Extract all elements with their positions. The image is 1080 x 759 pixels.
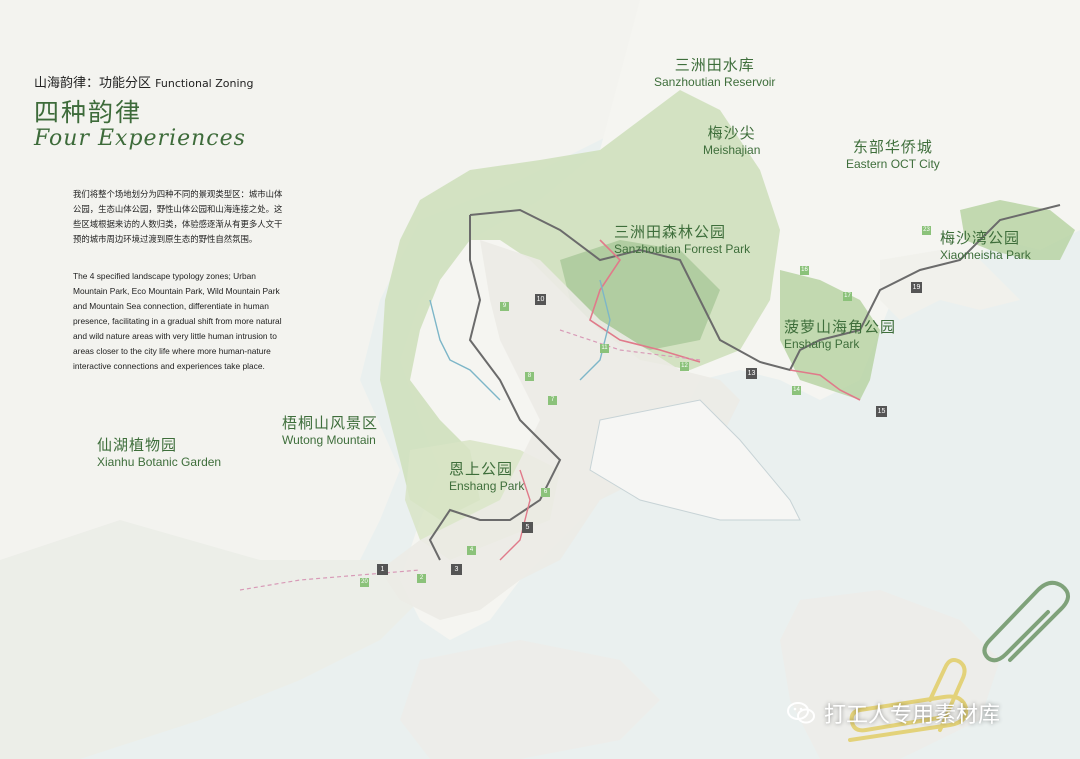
node-marker-green: 12: [680, 362, 689, 371]
kicker-en: Functional Zoning: [155, 77, 254, 90]
label-en: Enshang Park: [784, 337, 860, 351]
label-en: Sanzhoutian Forrest Park: [614, 242, 751, 256]
node-marker-green: 8: [525, 372, 534, 381]
label-en: Enshang Park: [449, 479, 525, 493]
label-xiaomeisha-park: 梅沙湾公园 Xiaomeisha Park: [940, 227, 1031, 262]
page-title-zh: 四种韵律: [34, 98, 143, 127]
node-marker-green: 14: [792, 386, 801, 395]
label-eastern-oct-city: 东部华侨城 Eastern OCT City: [846, 136, 940, 171]
label-zh: 梅沙尖: [707, 124, 756, 142]
label-en: Xiaomeisha Park: [940, 248, 1031, 262]
node-marker-green: 7: [548, 396, 557, 405]
node-marker-green: 2: [417, 574, 426, 583]
label-zh: 东部华侨城: [852, 138, 933, 156]
node-marker-green: 4: [467, 546, 476, 555]
node-marker: 3: [451, 564, 462, 575]
node-marker-green: 17: [843, 292, 852, 301]
section-kicker: 山海韵律：功能分区 Functional Zoning: [34, 72, 254, 91]
node-marker-green: 20: [360, 578, 369, 587]
map-stage: 山海韵律：功能分区 Functional Zoning 四种韵律 Four Ex…: [0, 0, 1080, 759]
node-marker-green: 23: [922, 226, 931, 235]
label-en: Eastern OCT City: [846, 157, 940, 171]
label-zh: 三洲田水库: [674, 56, 755, 74]
kicker-zh: 山海韵律：功能分区: [34, 76, 152, 91]
label-en: Wutong Mountain: [282, 433, 376, 447]
node-marker-green: 11: [600, 344, 609, 353]
label-wutong-mountain: 梧桐山风景区 Wutong Mountain: [282, 412, 378, 447]
label-zh: 恩上公园: [449, 460, 514, 478]
description-en: The 4 specified landscape typology zones…: [73, 271, 282, 371]
node-marker: 13: [746, 368, 757, 379]
wechat-icon: [787, 702, 815, 724]
node-marker: 19: [911, 282, 922, 293]
node-marker: 10: [535, 294, 546, 305]
label-en: Meishajian: [703, 143, 761, 157]
label-zh: 菠萝山海角公园: [784, 318, 897, 336]
label-zh: 梅沙湾公园: [940, 229, 1021, 247]
page-title-en: Four Experiences: [34, 126, 246, 151]
label-enshang-park: 恩上公园 Enshang Park: [449, 458, 524, 493]
label-zh: 梧桐山风景区: [282, 414, 379, 432]
label-enshang-park-sea: 菠萝山海角公园 Enshang Park: [784, 316, 896, 351]
label-en: Xianhu Botanic Garden: [97, 455, 222, 469]
zoning-map: [0, 0, 1080, 759]
node-marker-green: 6: [541, 488, 550, 497]
node-marker: 1: [377, 564, 388, 575]
label-zh: 仙湖植物园: [97, 436, 178, 454]
watermark: 打工人专用素材库: [786, 697, 1000, 729]
label-sanzhoutian-forest-park: 三洲田森林公园 Sanzhoutian Forrest Park: [614, 221, 750, 256]
label-en: Sanzhoutian Reservoir: [654, 75, 776, 89]
node-marker: 5: [522, 522, 533, 533]
label-xianhu-botanic-garden: 仙湖植物园 Xianhu Botanic Garden: [97, 434, 221, 469]
node-marker: 15: [876, 406, 887, 417]
node-marker-green: 9: [500, 302, 509, 311]
label-meishajian: 梅沙尖 Meishajian: [703, 122, 760, 157]
label-sanzhoutian-reservoir: 三洲田水库 Sanzhoutian Reservoir: [654, 54, 775, 89]
label-zh: 三洲田森林公园: [614, 223, 727, 241]
watermark-text: 打工人专用素材库: [824, 703, 1001, 728]
node-marker-green: 16: [800, 266, 809, 275]
description-zh: 我们将整个场地划分为四种不同的景观类型区：城市山体公园，生态山体公园，野性山体公…: [73, 189, 283, 244]
